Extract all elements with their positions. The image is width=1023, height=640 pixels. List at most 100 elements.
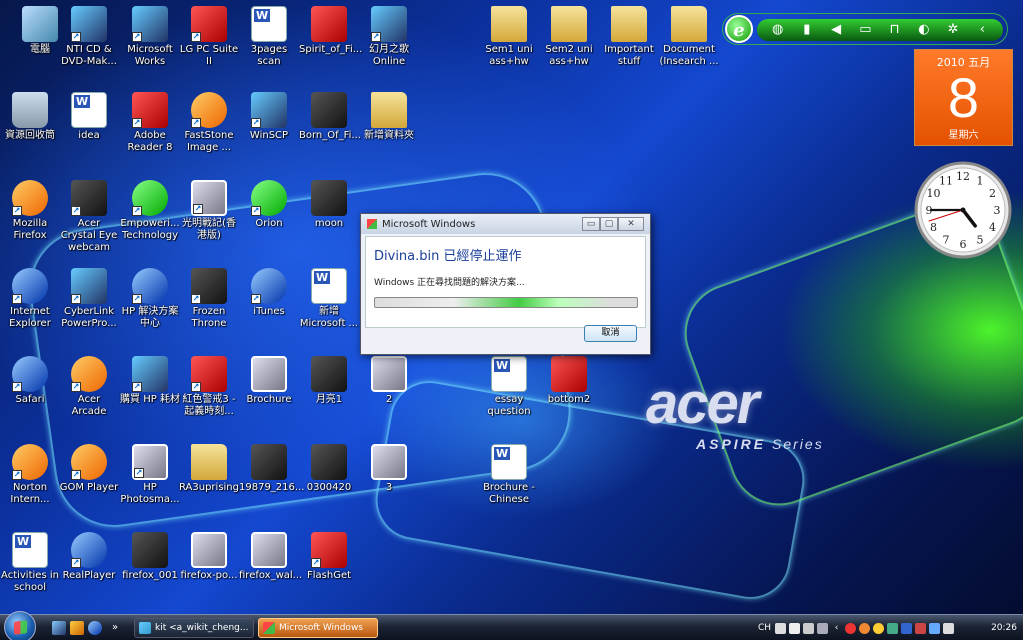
minimize-button[interactable]: ▭ bbox=[582, 217, 600, 231]
ime-icon[interactable] bbox=[775, 622, 787, 634]
media-player-icon[interactable] bbox=[70, 621, 84, 635]
desktop-icon-realplayer[interactable]: ↗ RealPlayer bbox=[59, 532, 119, 582]
windows-logo-icon bbox=[263, 622, 275, 634]
update-icon[interactable] bbox=[859, 622, 871, 634]
taskbar-item-messenger[interactable]: kit <a_wikit_cheng... bbox=[134, 618, 254, 638]
desktop-icon-ie[interactable]: ↗ Internet Explorer bbox=[0, 268, 60, 330]
desktop-icon-two[interactable]: 2 bbox=[359, 356, 419, 406]
internet-explorer-icon[interactable] bbox=[88, 621, 102, 635]
desktop-icon-brochurechinese[interactable]: Brochure - Chinese bbox=[479, 444, 539, 506]
desktop-icon-frozen[interactable]: ↗ Frozen Throne bbox=[179, 268, 239, 330]
desktop-icon-firefoxpo[interactable]: firefox-po... bbox=[179, 532, 239, 582]
desktop-icon-gom[interactable]: ↗ GOM Player bbox=[59, 444, 119, 494]
font-icon[interactable] bbox=[789, 622, 801, 634]
gadget-logo-button[interactable]: e bbox=[725, 15, 753, 43]
desktop-icon-acercrystal[interactable]: ↗ Acer Crystal Eye webcam bbox=[59, 180, 119, 254]
lock-icon[interactable]: ⊓ bbox=[887, 22, 903, 38]
taskbar-item-dialog[interactable]: Microsoft Windows bbox=[258, 618, 378, 638]
desktop-icon-essay[interactable]: essay question bbox=[479, 356, 539, 418]
desktop-icon-ra3[interactable]: RA3uprising bbox=[179, 444, 239, 494]
player-icon[interactable] bbox=[915, 622, 927, 634]
desktop-icon-img0300420[interactable]: 0300420 bbox=[299, 444, 359, 494]
desktop-icon-orion[interactable]: ↗ Orion bbox=[239, 180, 299, 230]
app-icon bbox=[251, 356, 287, 392]
desktop-icon-nti[interactable]: ↗ NTI CD & DVD-Mak... bbox=[59, 6, 119, 68]
desktop-icon-cyberlink[interactable]: ↗ CyberLink PowerPro... bbox=[59, 268, 119, 330]
desktop-icon-empowering[interactable]: ↗ Empoweri... Technology bbox=[120, 180, 180, 242]
start-button[interactable] bbox=[4, 611, 36, 640]
desktop-icon-yueliang[interactable]: 月亮1 bbox=[299, 356, 359, 406]
close-button[interactable]: ✕ bbox=[618, 217, 644, 231]
desktop-icon-img19879[interactable]: 19879_216... bbox=[239, 444, 304, 494]
device-icon[interactable] bbox=[817, 622, 829, 634]
show-desktop-icon[interactable] bbox=[52, 621, 66, 635]
calendar-weekday: 星期六 bbox=[948, 130, 979, 141]
desktop-icon-norton[interactable]: ↗ Norton Intern... bbox=[0, 444, 60, 506]
maximize-button[interactable]: ▢ bbox=[600, 217, 618, 231]
desktop-icon-redalert[interactable]: ↗ 紅色警戒3 - 起義時刻... bbox=[179, 356, 239, 418]
desktop-icon-newmsword[interactable]: 新增 Microsoft ... bbox=[299, 268, 359, 330]
desktop-icon-lgpc[interactable]: ↗ LG PC Suite II bbox=[179, 6, 239, 68]
desktop-icon-recycle[interactable]: 資源回收筒 bbox=[0, 92, 60, 142]
desktop-icon-itunes[interactable]: ↗ iTunes bbox=[239, 268, 299, 318]
app-icon bbox=[311, 92, 347, 128]
desktop-icon-huanyue[interactable]: ↗ 幻月之歌 Online bbox=[359, 6, 419, 68]
cancel-button[interactable]: 取消 bbox=[584, 325, 637, 342]
app-icon: ↗ bbox=[191, 356, 227, 392]
desktop-icon-hpbuy[interactable]: ↗ 購買 HP 耗材 bbox=[120, 356, 180, 406]
display-icon[interactable]: ▭ bbox=[857, 22, 873, 38]
desktop-icon-firefox[interactable]: ↗ Mozilla Firefox bbox=[0, 180, 60, 242]
desktop-icon-safari[interactable]: ↗ Safari bbox=[0, 356, 60, 406]
wifi-icon[interactable] bbox=[929, 622, 941, 634]
desktop-icon-flashget[interactable]: ↗ FlashGet bbox=[299, 532, 359, 582]
desktop-icon-idea[interactable]: idea bbox=[59, 92, 119, 142]
antivirus-icon[interactable] bbox=[873, 622, 885, 634]
desktop-icon-bottom2[interactable]: bottom2 bbox=[539, 356, 599, 406]
chevron-left-icon[interactable]: ‹ bbox=[831, 623, 842, 634]
messenger-icon bbox=[139, 622, 151, 634]
desktop-icon-activities[interactable]: Activities in school bbox=[0, 532, 60, 594]
network-icon[interactable] bbox=[887, 622, 899, 634]
bluetooth-icon[interactable] bbox=[901, 622, 913, 634]
desktop-icon-msworks[interactable]: ↗ Microsoft Works bbox=[120, 6, 180, 68]
globe-icon[interactable]: ◍ bbox=[770, 22, 786, 38]
calendar-gadget[interactable]: 2010 五月 8 星期六 bbox=[914, 49, 1013, 146]
document-icon bbox=[491, 356, 527, 392]
quick-launch-more-icon[interactable]: » bbox=[112, 621, 126, 635]
desktop-icon-hpphoto[interactable]: ↗ HP Photosma... bbox=[120, 444, 180, 506]
security-icon[interactable] bbox=[845, 622, 857, 634]
desktop-icon-three[interactable]: 3 bbox=[359, 444, 419, 494]
speaker-icon[interactable]: ◀ bbox=[828, 22, 844, 38]
power-icon[interactable]: ◐ bbox=[916, 22, 932, 38]
desktop-icon-brochure[interactable]: Brochure bbox=[239, 356, 299, 406]
battery-icon[interactable]: ▮ bbox=[799, 22, 815, 38]
clock-gadget[interactable]: 1234567891011 12 bbox=[913, 160, 1013, 260]
dialog-titlebar[interactable]: Microsoft Windows ▭ ▢ ✕ bbox=[361, 214, 650, 234]
desktop-icon-label: Sem1 uni ass+hw bbox=[485, 44, 533, 67]
volume-icon[interactable] bbox=[943, 622, 955, 634]
shortcut-arrow-icon: ↗ bbox=[132, 382, 142, 392]
desktop-icon-born[interactable]: Born_Of_Fi... bbox=[299, 92, 361, 142]
desktop-icon-sem2[interactable]: Sem2 uni ass+hw bbox=[539, 6, 599, 68]
desktop-icon-firefox001[interactable]: firefox_001 bbox=[120, 532, 180, 582]
desktop-icon-acerarcade[interactable]: ↗ Acer Arcade bbox=[59, 356, 119, 418]
desktop-icon-spirit[interactable]: Spirit_of_Fi... bbox=[299, 6, 362, 56]
taskbar-clock[interactable]: 20:26 bbox=[991, 618, 1017, 638]
desktop-icon-winscp[interactable]: ↗ WinSCP bbox=[239, 92, 299, 142]
gear-icon[interactable]: ✲ bbox=[945, 22, 961, 38]
language-indicator[interactable]: CH bbox=[758, 623, 771, 633]
desktop-icon-hpsolution[interactable]: ↗ HP 解決方案中心 bbox=[120, 268, 180, 330]
desktop-icon-faststone[interactable]: ↗ FastStone Image ... bbox=[179, 92, 239, 154]
desktop-icon-moon[interactable]: moon bbox=[299, 180, 359, 230]
desktop-icon-firefoxwal[interactable]: firefox_wal... bbox=[239, 532, 302, 582]
desktop-icon-sem1[interactable]: Sem1 uni ass+hw bbox=[479, 6, 539, 68]
desktop-icon-guangming[interactable]: ↗ 光明戰記(香港版) bbox=[179, 180, 239, 242]
desktop-icon-newfolder[interactable]: 新增資料夾 bbox=[359, 92, 419, 142]
chevron-left-icon[interactable]: ‹ bbox=[974, 22, 990, 38]
desktop-icon-important[interactable]: Important stuff bbox=[599, 6, 659, 68]
desktop-icon-label: WinSCP bbox=[249, 130, 289, 141]
desktop-icon-document[interactable]: Document (Insearch ... bbox=[659, 6, 719, 68]
desktop-icon-3pages[interactable]: 3pages scan bbox=[239, 6, 299, 68]
notepad-icon[interactable] bbox=[803, 622, 815, 634]
desktop-icon-adobe[interactable]: ↗ Adobe Reader 8 bbox=[120, 92, 180, 154]
